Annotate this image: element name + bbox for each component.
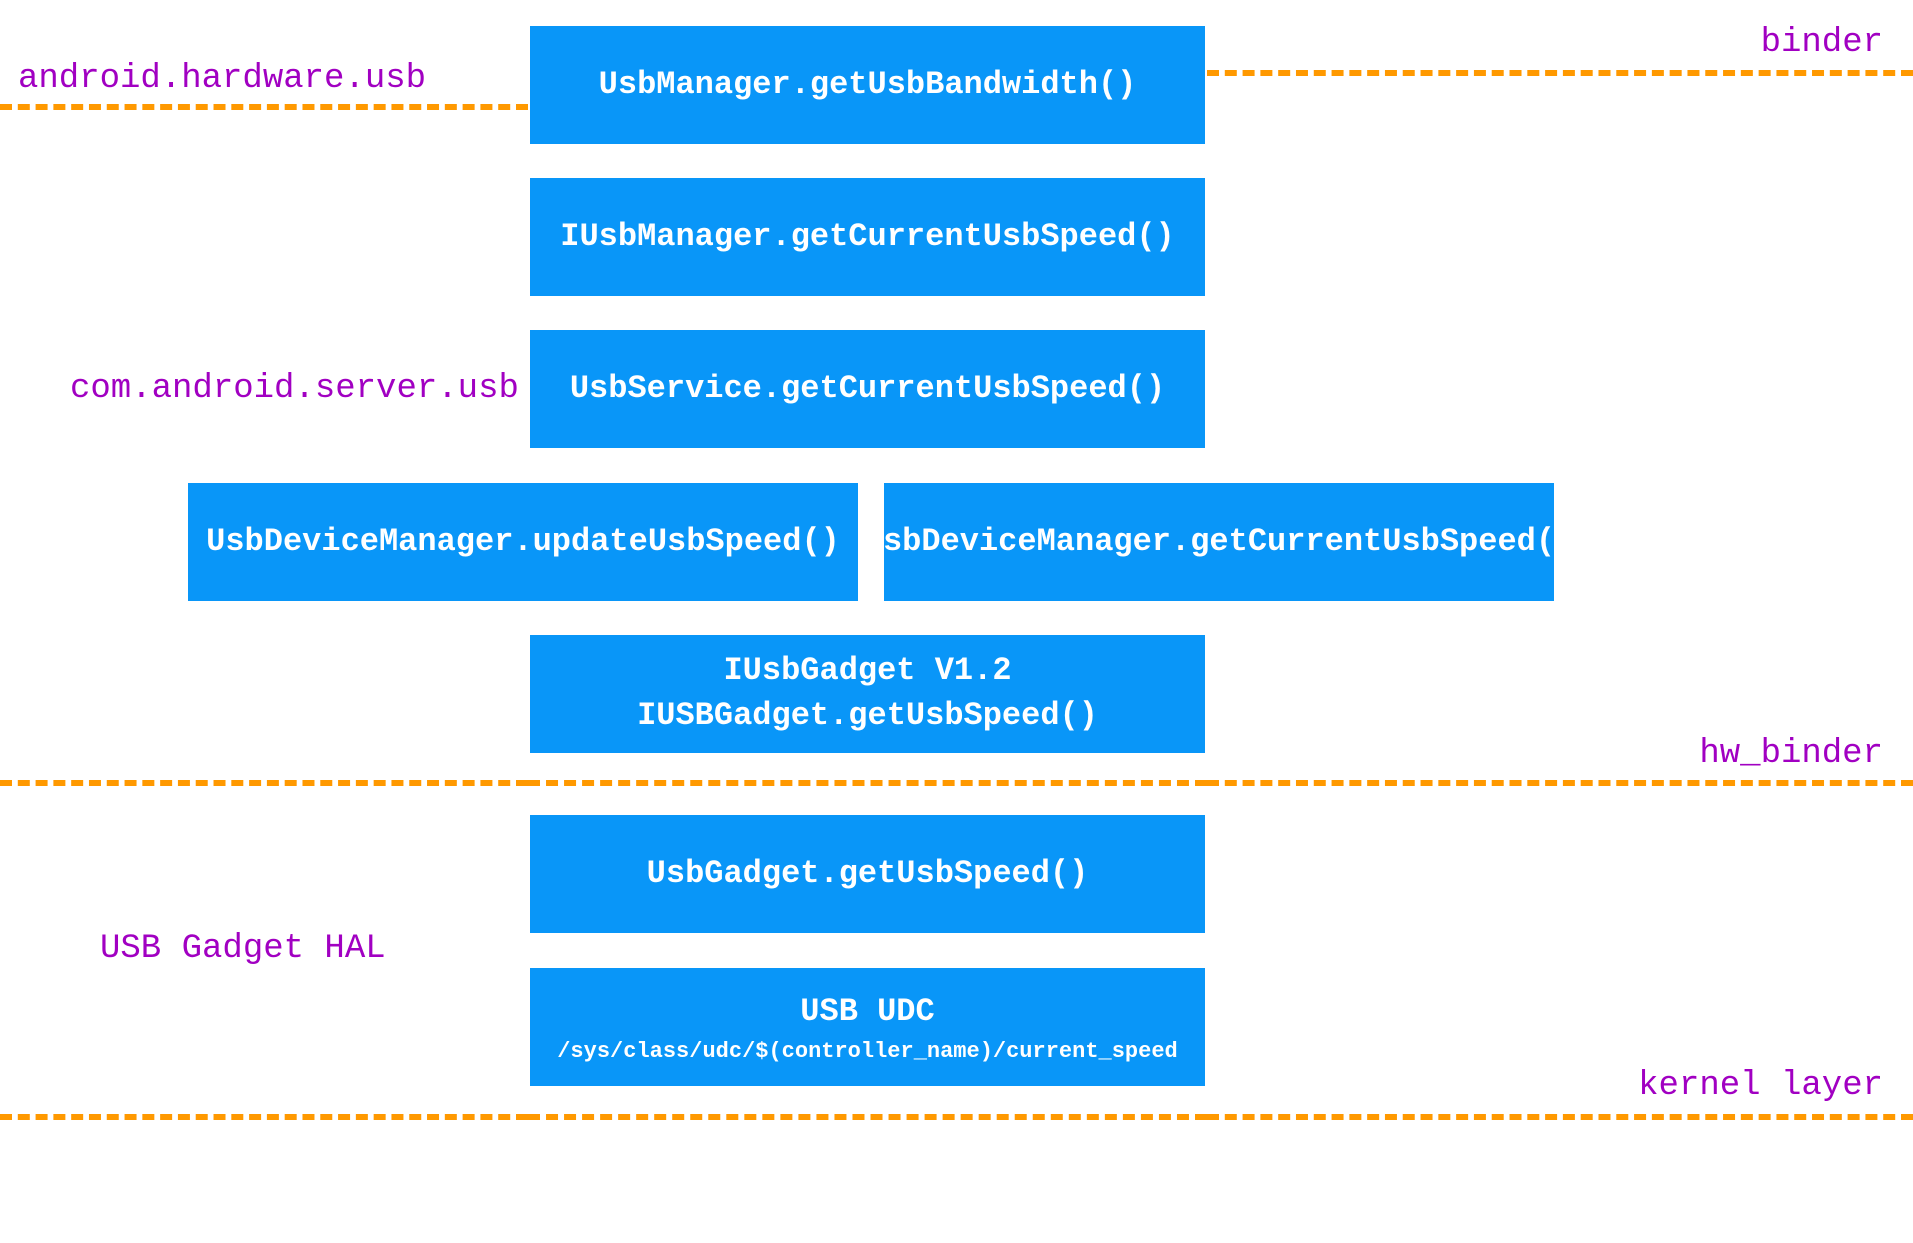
box-usb-udc: USB UDC /sys/class/udc/$(controller_name…	[530, 968, 1205, 1086]
dashed-kernel-mid	[528, 1114, 1207, 1120]
box-usbdevicemanager-getcurrent-text: UsbDeviceManager.getCurrentUsbSpeed()	[864, 520, 1575, 565]
dashed-kernel-left	[0, 1114, 528, 1120]
dashed-binder-left	[0, 104, 528, 110]
label-android-hardware-usb: android.hardware.usb	[18, 60, 426, 98]
dashed-hwbinder-right	[1207, 780, 1913, 786]
box-iusbgadget: IUsbGadget V1.2 IUSBGadget.getUsbSpeed()	[530, 635, 1205, 753]
box-usb-udc-line1: USB UDC	[800, 990, 934, 1035]
label-binder: binder	[1761, 24, 1883, 62]
box-iusbgadget-line2: IUSBGadget.getUsbSpeed()	[637, 694, 1098, 739]
box-iusbmanager: IUsbManager.getCurrentUsbSpeed()	[530, 178, 1205, 296]
dashed-hwbinder-left	[0, 780, 528, 786]
box-usbmanager: UsbManager.getUsbBandwidth()	[530, 26, 1205, 144]
dashed-binder-right	[1207, 70, 1913, 76]
box-iusbgadget-inner: IUsbGadget V1.2 IUSBGadget.getUsbSpeed()	[637, 649, 1098, 739]
box-usbmanager-text: UsbManager.getUsbBandwidth()	[599, 63, 1137, 108]
label-com-android-server-usb: com.android.server.usb	[70, 370, 519, 408]
box-usbgadget-getspeed-text: UsbGadget.getUsbSpeed()	[647, 852, 1089, 897]
box-usbgadget-getspeed: UsbGadget.getUsbSpeed()	[530, 815, 1205, 933]
label-usb-gadget-hal: USB Gadget HAL	[100, 930, 386, 968]
label-kernel-layer: kernel layer	[1638, 1067, 1883, 1105]
box-iusbgadget-line1: IUsbGadget V1.2	[637, 649, 1098, 694]
box-usbdevicemanager-getcurrent: UsbDeviceManager.getCurrentUsbSpeed()	[884, 483, 1554, 601]
box-usbdevicemanager-update: UsbDeviceManager.updateUsbSpeed()	[188, 483, 858, 601]
box-usbdevicemanager-update-text: UsbDeviceManager.updateUsbSpeed()	[206, 520, 840, 565]
box-usb-udc-line2: /sys/class/udc/$(controller_name)/curren…	[557, 1039, 1178, 1064]
box-iusbmanager-text: IUsbManager.getCurrentUsbSpeed()	[560, 215, 1175, 260]
dashed-kernel-right	[1207, 1114, 1913, 1120]
box-usbservice-text: UsbService.getCurrentUsbSpeed()	[570, 367, 1165, 412]
dashed-hwbinder-mid	[528, 780, 1207, 786]
label-hw-binder: hw_binder	[1699, 735, 1883, 773]
box-usbservice: UsbService.getCurrentUsbSpeed()	[530, 330, 1205, 448]
